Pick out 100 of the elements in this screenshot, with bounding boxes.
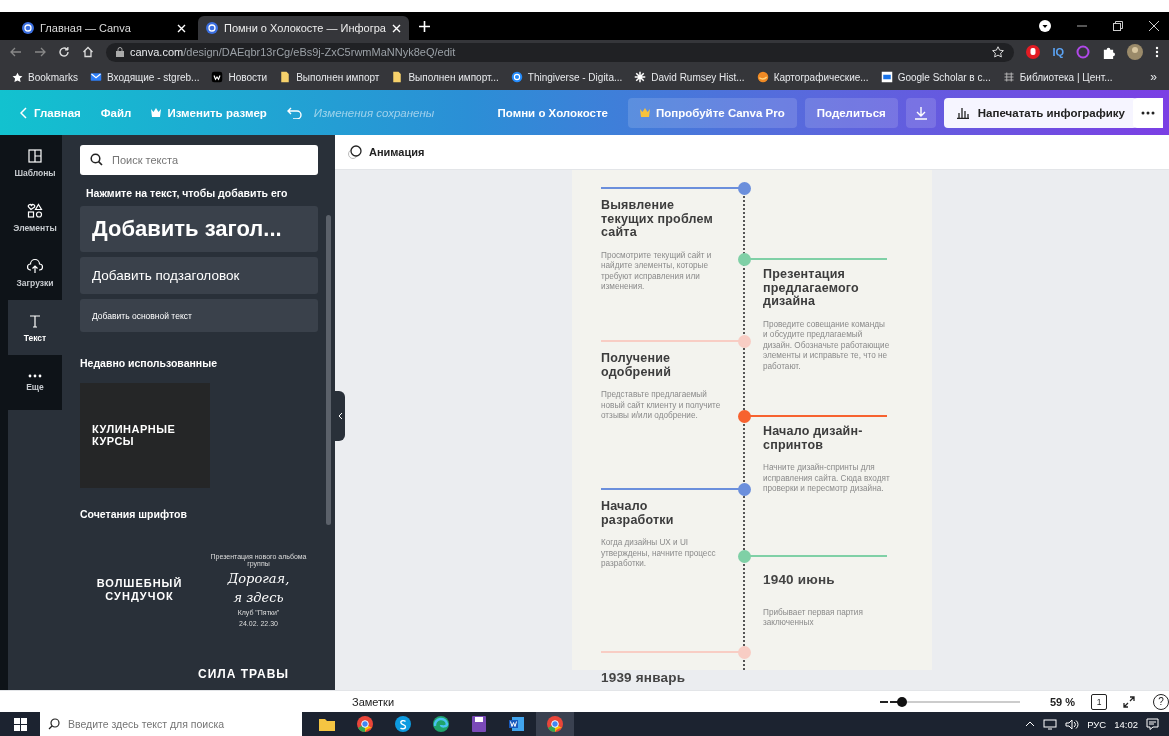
circle-app-icon[interactable]	[395, 716, 411, 732]
bookmark[interactable]: Выполнен импорт...	[391, 71, 499, 83]
round-logo-icon	[510, 71, 523, 83]
save-status: Изменения сохранены	[313, 106, 435, 119]
puzzle-icon[interactable]	[1102, 45, 1115, 59]
browser-icon[interactable]	[357, 716, 373, 732]
maximize-icon[interactable]	[1113, 21, 1123, 31]
bookmark[interactable]: Thingiverse - Digita...	[510, 71, 623, 83]
bookmark[interactable]: Новости	[211, 71, 268, 83]
bookmark[interactable]: Библиотека | Цент...	[1002, 71, 1113, 83]
clock[interactable]: 14:02	[1114, 718, 1138, 730]
collapse-handle[interactable]	[335, 391, 345, 441]
bookmark[interactable]: David Rumsey Hist...	[634, 71, 745, 83]
notification-icon[interactable]	[1146, 718, 1159, 730]
timeline-title: Начало разработки	[601, 500, 675, 527]
star-icon	[12, 71, 23, 83]
reload-icon[interactable]	[58, 46, 70, 58]
menu-icon[interactable]	[1155, 46, 1159, 58]
mail-icon	[90, 71, 102, 83]
asterisk-icon	[634, 71, 647, 83]
search-icon	[90, 153, 103, 166]
wave-app-icon[interactable]	[433, 716, 449, 732]
template-thumbnail[interactable]: КУЛИНАРНЫЕ КУРСЫ	[80, 383, 210, 488]
design-title[interactable]: Помни о Холокосте	[497, 106, 608, 119]
section-title: Недавно использованные	[80, 357, 218, 369]
timeline-title: Презентация предлагаемого дизайна	[763, 268, 860, 309]
folder-icon	[279, 71, 292, 83]
home-icon[interactable]	[82, 46, 94, 58]
ring-icon[interactable]	[1076, 45, 1090, 59]
timeline-text: Просмотрите текущий сайт и найдите элементы, которые требуют исправления или изменения.	[601, 250, 713, 294]
text-preset[interactable]: Добавить загол...	[80, 206, 318, 252]
fullscreen-icon[interactable]	[1123, 695, 1135, 708]
extension-button[interactable]: IQ	[1052, 46, 1064, 58]
chevron-up-icon[interactable]	[1025, 721, 1036, 727]
folder-icon	[391, 71, 404, 83]
bookmark[interactable]: Выполнен импорт	[279, 71, 380, 83]
search-field[interactable]: Поиск текста	[80, 145, 318, 175]
text-preset[interactable]: Добавить подзаголовок	[80, 257, 318, 294]
cloud-upload-icon	[27, 257, 43, 274]
url-host: canva.com	[130, 46, 184, 58]
address-bar[interactable]: canva.com/design/DAEqbr13rCg/eBs9j-ZxC5rwmMaNNyk8eQ/edit	[106, 42, 1015, 62]
search-icon	[48, 718, 60, 730]
back-icon[interactable]	[10, 46, 22, 58]
logo-icon	[206, 22, 218, 34]
more-icon	[1141, 110, 1155, 115]
timeline-title: 1939 январь	[601, 671, 687, 686]
sidebar-tab[interactable]: Текст	[8, 300, 62, 355]
document-app-icon[interactable]	[509, 716, 525, 732]
timeline-title: 1940 июнь	[763, 573, 836, 588]
floppy-icon[interactable]	[472, 716, 486, 732]
browser-tab[interactable]: Главная — Canva	[14, 16, 194, 40]
font-combo[interactable]: СИЛА ТРАВЫ	[198, 667, 318, 681]
section-title: Сочетания шрифтов	[80, 508, 188, 520]
page-count-button[interactable]: 1	[1091, 693, 1107, 710]
language-indicator[interactable]: РУС	[1087, 718, 1107, 730]
forward-icon[interactable]	[34, 46, 46, 58]
bookmark[interactable]: Bookmarks	[12, 71, 78, 83]
more-button[interactable]	[1133, 97, 1163, 128]
minus-icon[interactable]	[879, 700, 888, 703]
square-logo-icon	[880, 71, 893, 83]
text-icon	[27, 312, 43, 329]
avatar-icon[interactable]	[1127, 44, 1143, 60]
new-tab-icon[interactable]	[418, 20, 430, 32]
undo-icon[interactable]	[286, 106, 302, 119]
search-field[interactable]: Введите здесь текст для поиска	[40, 712, 302, 736]
text-preset[interactable]: Добавить основной текст	[80, 299, 318, 332]
star-icon[interactable]	[992, 46, 1005, 58]
zoom-reading[interactable]: 59 %	[1049, 695, 1075, 708]
more-icon	[28, 373, 42, 378]
crown-icon	[151, 108, 162, 117]
slider-thumb[interactable]	[896, 696, 907, 707]
download-icon	[913, 105, 928, 120]
bookmark[interactable]: Картографические...	[756, 71, 869, 83]
more-bookmarks-button[interactable]: »	[1150, 70, 1157, 84]
close-icon[interactable]	[1149, 21, 1159, 31]
blob-icon	[756, 71, 769, 83]
share-button[interactable]: Поделиться	[804, 97, 898, 128]
shapes-icon	[27, 202, 43, 219]
font-combo[interactable]: ВОЛШЕБНЫЙ СУНДУЧОК	[80, 532, 199, 647]
timeline-text: Проведите совещание команды и обсудите предлагаемый дизайн. Обозначьте работающие элементы и исправьте те, что не работают.	[763, 319, 891, 373]
dropdown-icon[interactable]	[1039, 20, 1051, 32]
notes-button[interactable]: Заметки	[352, 695, 395, 708]
logo-icon	[22, 22, 34, 34]
network-icon[interactable]	[1043, 718, 1058, 730]
windows-icon[interactable]	[13, 717, 27, 731]
download-button[interactable]	[905, 97, 936, 128]
pro-button[interactable]: Попробуйте Canva Pro	[627, 97, 797, 128]
grid-logo-icon	[1002, 71, 1015, 83]
timeline-text: Когда дизайны UX и UI утверждены, начните процесс разработки.	[601, 538, 717, 570]
speaker-icon[interactable]	[1065, 718, 1080, 730]
lock-icon	[116, 47, 124, 57]
animation-button[interactable]: Анимация	[347, 144, 425, 160]
browser-tab[interactable]: Помни о Холокосте — Инфогра	[198, 16, 409, 40]
folder-icon[interactable]	[319, 717, 335, 731]
timeline-text: Прибывает первая партия заключенных	[763, 607, 864, 629]
bookmark[interactable]: Входящие - stgreb...	[90, 71, 200, 83]
browser-icon[interactable]	[547, 716, 563, 732]
bookmark[interactable]: Google Scholar в с...	[880, 71, 991, 83]
chevron-left-icon	[337, 412, 343, 420]
square-logo-icon	[211, 71, 224, 83]
